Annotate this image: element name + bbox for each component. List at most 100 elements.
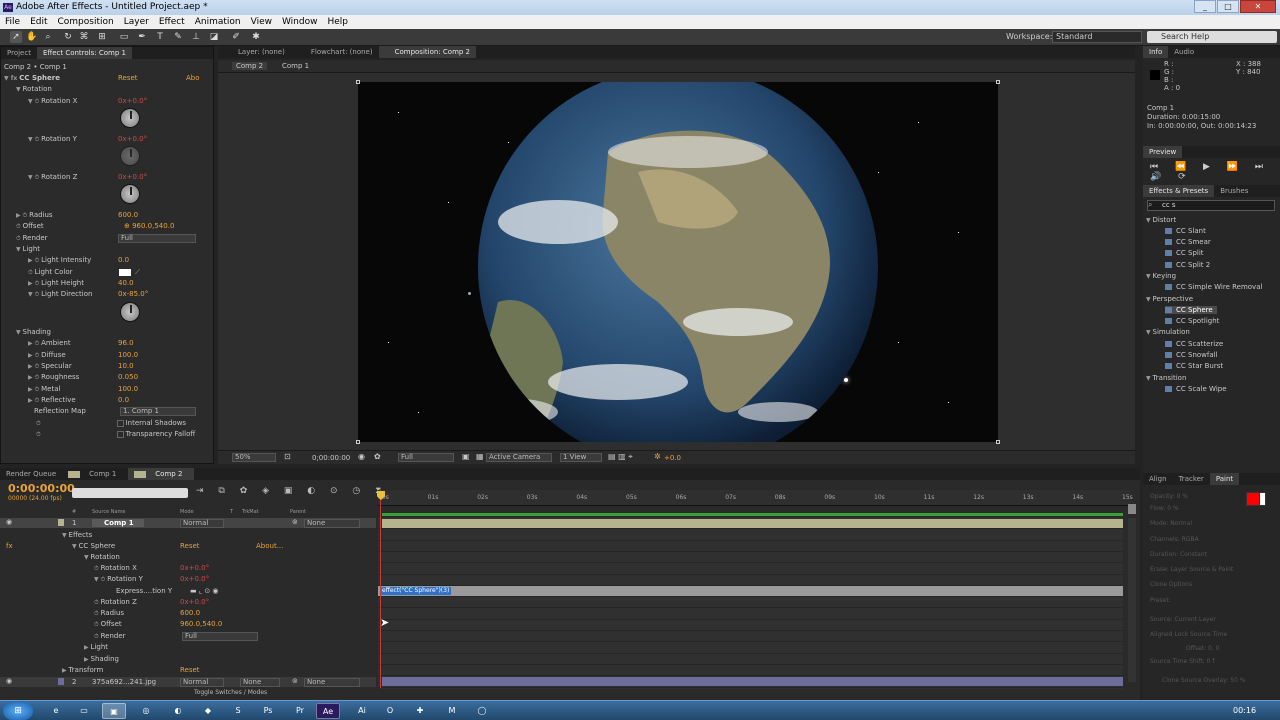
opera-icon[interactable]: O — [378, 703, 402, 719]
ec-shading-group[interactable]: ▼ Shading — [16, 327, 51, 338]
current-time-indicator-line[interactable] — [380, 490, 381, 688]
resolution-select[interactable]: Full — [398, 453, 454, 462]
network-icon[interactable]: ◯ — [470, 703, 494, 719]
comp-breadcrumb-comp2[interactable]: Comp 2 — [232, 62, 268, 70]
tl-transform-reset[interactable]: Reset — [180, 665, 200, 676]
viewer-timecode[interactable]: 0;00:00:00 — [312, 454, 350, 462]
layer1-duration-bar[interactable] — [382, 519, 1123, 528]
ec-specular-value[interactable]: 10.0 — [118, 361, 134, 372]
ec-transparency-falloff[interactable]: ⏱ Transparency Falloff — [36, 429, 195, 440]
ec-ambient[interactable]: ▶ ⏱ Ambient — [28, 338, 71, 349]
ec-light-intensity[interactable]: ▶ ⏱ Light Intensity — [28, 255, 91, 266]
ec-light-color[interactable]: ⏱ Light Color — [28, 267, 73, 278]
layer2-visibility-icon[interactable]: ◉ — [6, 677, 12, 685]
start-button[interactable]: ⊞ — [3, 702, 33, 720]
expression-text[interactable]: effect("CC Sphere")(3) — [380, 587, 452, 595]
rotation-x-dial[interactable] — [120, 108, 140, 128]
work-area-bar[interactable] — [382, 513, 1123, 516]
tab-effect-controls[interactable]: Effect Controls: Comp 1 — [36, 47, 132, 59]
rectangle-tool-icon[interactable]: ▭ — [118, 31, 130, 43]
exposure-value[interactable]: +0.0 — [664, 454, 681, 462]
layer1-label-color[interactable] — [58, 519, 64, 526]
pan-behind-tool-icon[interactable]: ⊞ — [96, 31, 108, 43]
tl-effects-group[interactable]: ▼ Effects — [62, 530, 92, 541]
ec-roughness[interactable]: ▶ ⏱ Roughness — [28, 372, 79, 383]
ec-rotation-y-value[interactable]: 0x+0.0° — [118, 134, 147, 145]
time-ruler[interactable]: 00s01s02s03s04s05s06s07s08s09s10s11s12s1… — [378, 490, 1133, 506]
tab-render-queue[interactable]: Render Queue — [0, 468, 62, 480]
rotation-y-dial[interactable] — [120, 146, 140, 166]
tl-transform-group[interactable]: ▶ Transform — [62, 665, 103, 676]
menu-help[interactable]: Help — [322, 15, 353, 29]
ec-ambient-value[interactable]: 96.0 — [118, 338, 134, 349]
tl-rotation-z[interactable]: ⏱ Rotation Z — [94, 597, 137, 608]
timeline-search-input[interactable] — [72, 488, 188, 498]
mail-icon[interactable]: M — [440, 703, 464, 719]
ec-diffuse-value[interactable]: 100.0 — [118, 350, 138, 361]
brush-tool-icon[interactable]: ✎ — [172, 31, 184, 43]
ec-reflective-value[interactable]: 0.0 — [118, 395, 129, 406]
tl-about-link[interactable]: About... — [256, 541, 283, 552]
snapshot-icon[interactable]: ◉ — [358, 452, 365, 461]
pen-tool-icon[interactable]: ✒ — [136, 31, 148, 43]
camera-tool-icon[interactable]: ⌘ — [78, 31, 90, 43]
minimize-icon[interactable]: _ — [1194, 0, 1216, 13]
frame-handle-tr[interactable] — [996, 80, 1000, 84]
tab-effects-presets[interactable]: Effects & Presets — [1143, 185, 1215, 197]
preview-controls[interactable]: ⏮ ⏪ ▶ ⏩ ⏭ 🔊 ⟳ — [1150, 162, 1280, 182]
effect-cc-split[interactable]: CC Split — [1165, 249, 1204, 257]
maximize-icon[interactable]: □ — [1217, 0, 1239, 13]
tab-project[interactable]: Project — [1, 47, 37, 59]
ec-render-select[interactable]: Full — [118, 234, 196, 243]
tab-audio[interactable]: Audio — [1168, 46, 1200, 58]
effect-cc-snowfall[interactable]: CC Snowfall — [1165, 351, 1218, 359]
menu-effect[interactable]: Effect — [154, 15, 190, 29]
region-of-interest-icon[interactable]: ▣ — [462, 452, 470, 461]
tl-expression-controls-icons[interactable]: ▬ ⌞ ⊙ ◉ — [190, 586, 219, 597]
tab-align[interactable]: Align — [1143, 473, 1173, 485]
effect-cc-star-burst[interactable]: CC Star Burst — [1165, 362, 1223, 370]
search-help-input[interactable]: Search Help — [1147, 31, 1277, 43]
layer-row-2[interactable]: ◉ 2 375a692...241.jpg Normal None ⊚ None — [0, 677, 376, 687]
after-effects-icon[interactable]: Ae — [316, 703, 340, 719]
tl-rotation-group[interactable]: ▼ Rotation — [84, 552, 120, 563]
tl-offset-value[interactable]: 960.0,540.0 — [180, 619, 222, 630]
paint-foreground-color[interactable] — [1246, 492, 1260, 506]
layer2-parent-select[interactable]: None — [304, 678, 360, 687]
exposure-icon[interactable]: ✲ — [654, 452, 661, 461]
view-layout-select[interactable]: 1 View — [560, 453, 602, 462]
tl-expression-row[interactable]: Express....tion Y — [116, 586, 172, 597]
timeline-scrollbar[interactable] — [1128, 518, 1136, 682]
explorer-icon[interactable]: ▭ — [72, 703, 96, 719]
ec-internal-shadows[interactable]: ⏱ Internal Shadows — [36, 418, 186, 429]
layer2-mode-select[interactable]: Normal — [180, 678, 224, 687]
tab-info[interactable]: Info — [1143, 46, 1169, 58]
ec-light-height-value[interactable]: 40.0 — [118, 278, 134, 289]
menu-composition[interactable]: Composition — [53, 15, 119, 29]
ec-radius-value[interactable]: 600.0 — [118, 210, 138, 221]
tab-brushes[interactable]: Brushes — [1214, 185, 1254, 197]
zoom-tool-icon[interactable]: ⌕ — [42, 31, 54, 43]
tl-rotation-z-value[interactable]: 0x+0.0° — [180, 597, 209, 608]
effect-cc-slant[interactable]: CC Slant — [1165, 227, 1206, 235]
effects-search-input[interactable]: cc s — [1147, 200, 1275, 211]
frame-handle-tl[interactable] — [356, 80, 360, 84]
tab-flowchart[interactable]: Flowchart: (none) — [291, 46, 379, 58]
layer1-name[interactable]: Comp 1 — [92, 519, 144, 527]
light-color-swatch[interactable] — [119, 269, 131, 276]
effect-cc-spotlight[interactable]: CC Spotlight — [1165, 317, 1219, 325]
roto-brush-tool-icon[interactable]: ✐ — [230, 31, 242, 43]
firefox-icon[interactable]: ◐ — [166, 703, 190, 719]
close-icon[interactable]: ✕ — [1240, 0, 1276, 13]
tl-light-group[interactable]: ▶ Light — [84, 642, 108, 653]
tl-radius-value[interactable]: 600.0 — [180, 608, 200, 619]
tab-composition[interactable]: Composition: Comp 2 — [378, 46, 477, 58]
tab-paint[interactable]: Paint — [1209, 473, 1240, 485]
menu-window[interactable]: Window — [277, 15, 323, 29]
ec-light-intensity-value[interactable]: 0.0 — [118, 255, 129, 266]
tl-rotation-y[interactable]: ▼ ⏱ Rotation Y — [94, 574, 143, 585]
chrome-icon[interactable]: ◎ — [134, 703, 158, 719]
transparency-grid-icon[interactable]: ▦ — [476, 452, 484, 461]
frame-handle-br[interactable] — [996, 440, 1000, 444]
tl-reset-link[interactable]: Reset — [180, 541, 200, 552]
